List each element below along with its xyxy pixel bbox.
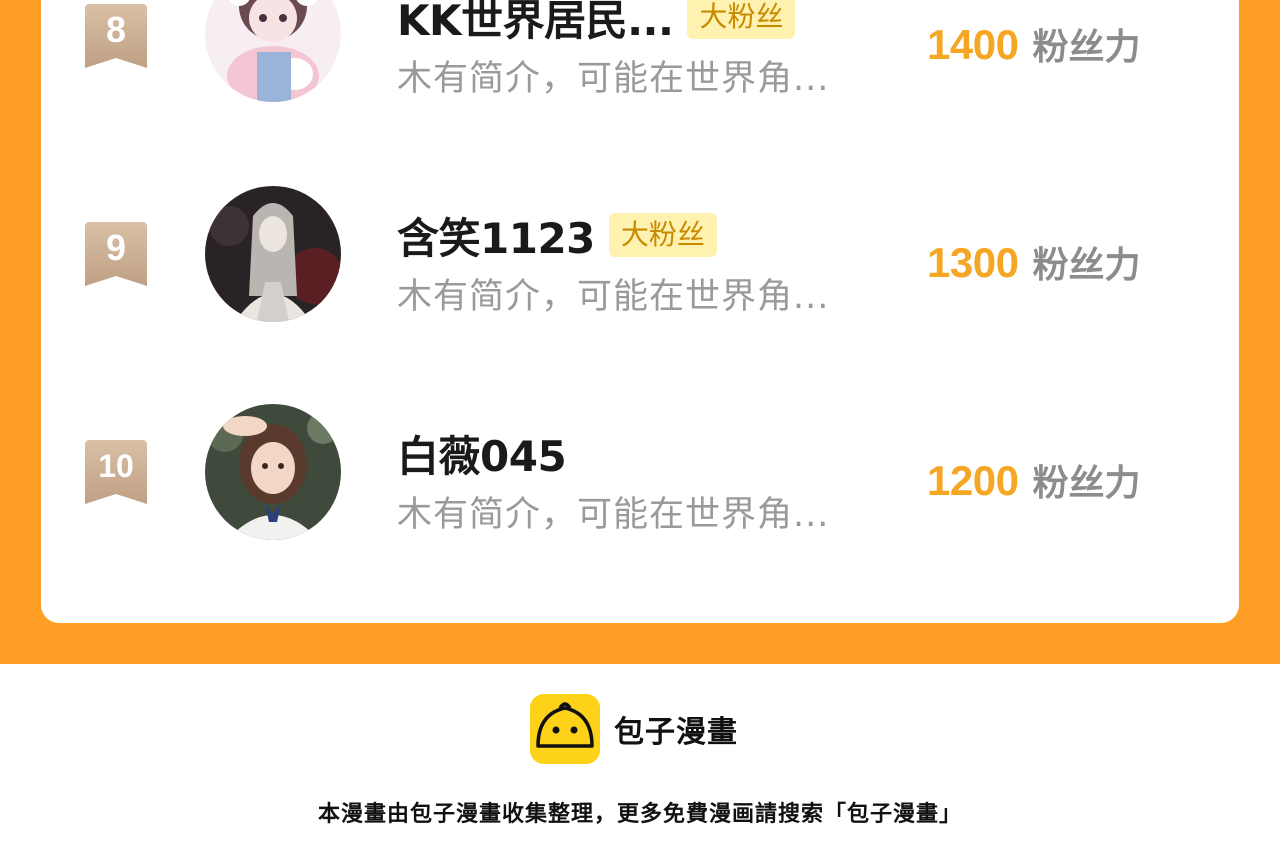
name-line: KK世界居民... 大粉丝 [397,0,796,45]
score-unit: 粉丝力 [1032,245,1141,286]
user-name[interactable]: 白薇045 [397,423,567,484]
score-value: 1300 [927,239,1019,286]
leaderboard-row[interactable]: 9 含笑1123 大粉丝 木有简介，可能在世界角... 1300 粉丝力 [41,178,1239,358]
rank-number: 8 [105,9,127,50]
footer-note: 本漫畫由包子漫畫收集整理，更多免費漫画請搜索「包子漫畫」 [317,802,962,827]
avatar[interactable] [205,0,341,102]
rank-number: 9 [105,227,127,268]
user-name[interactable]: KK世界居民... [397,0,674,48]
user-bio: 木有简介，可能在世界角... [397,277,830,317]
user-bio: 木有简介，可能在世界角... [397,495,830,535]
score-value: 1200 [927,457,1019,504]
bun-logo-icon [530,694,600,764]
name-line: 含笑1123 大粉丝 [397,208,717,263]
fan-level-badge: 大粉丝 [608,213,717,257]
leaderboard-card: 8 KK世界居民... 大粉丝 木有简介，可能在世界角... 1400 粉丝力 … [41,0,1239,623]
rank-ribbon-icon: 9 [85,222,147,286]
rank-ribbon-icon: 10 [85,440,147,504]
fan-level-badge: 大粉丝 [687,0,796,39]
leaderboard-row[interactable]: 10 白薇045 木有简介，可能在世界角... 1200 粉丝力 [41,396,1239,576]
rank-ribbon-icon: 8 [85,4,147,68]
score-value: 1400 [927,21,1019,68]
score-unit: 粉丝力 [1032,463,1141,504]
logo-text: 包子漫畫 [614,715,738,750]
rank-number: 10 [98,448,134,484]
name-line: 白薇045 [397,426,567,481]
score-unit: 粉丝力 [1032,27,1141,68]
app-logo[interactable]: 包子漫畫 [530,694,738,764]
avatar[interactable] [205,404,341,540]
user-name[interactable]: 含笑1123 [397,205,595,266]
avatar[interactable] [205,186,341,322]
leaderboard-row[interactable]: 8 KK世界居民... 大粉丝 木有简介，可能在世界角... 1400 粉丝力 [41,0,1239,140]
fan-power-score: 1200 粉丝力 [927,454,1140,508]
fan-power-score: 1400 粉丝力 [927,18,1140,72]
user-bio: 木有简介，可能在世界角... [397,59,830,99]
fan-power-score: 1300 粉丝力 [927,236,1140,290]
